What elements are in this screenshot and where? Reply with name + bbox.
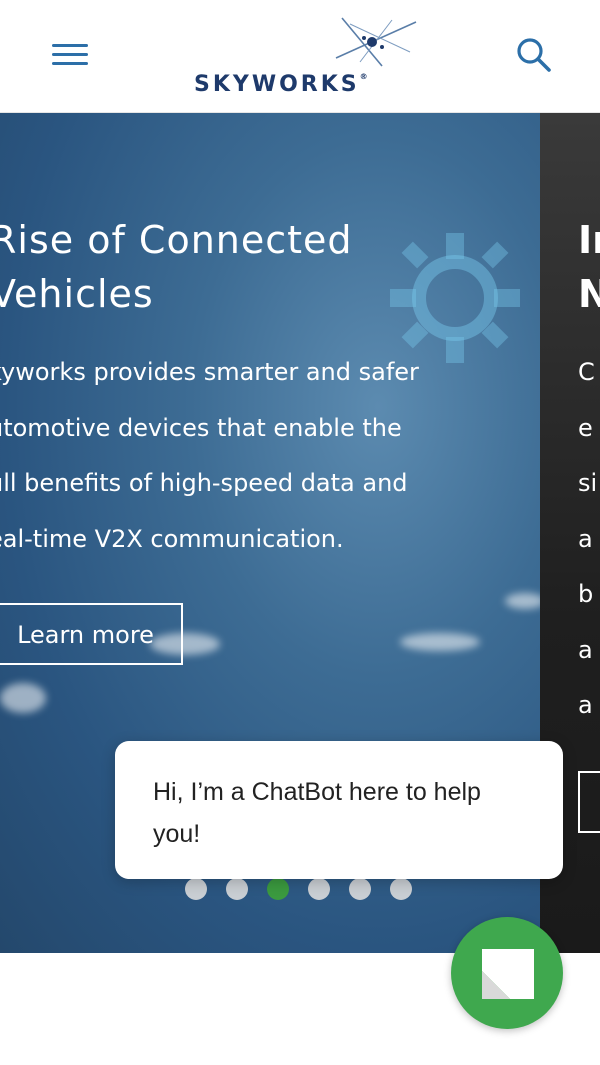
- search-icon[interactable]: [514, 36, 554, 76]
- cloud-shape: [0, 683, 46, 713]
- cloud-shape: [400, 633, 480, 651]
- chatbot-message: Hi, I’m a ChatBot here to help you!: [153, 778, 481, 848]
- carousel-dot-2[interactable]: [226, 878, 248, 900]
- carousel-dot-1[interactable]: [185, 878, 207, 900]
- slide-description: kyworks provides smarter and safer utomo…: [0, 358, 419, 553]
- site-header: SKYWORKS®: [0, 0, 600, 113]
- carousel-dot-3-active[interactable]: [267, 878, 289, 900]
- hamburger-menu-icon[interactable]: [50, 40, 90, 72]
- learn-more-button[interactable]: Learn more: [0, 603, 183, 665]
- cloud-shape: [505, 593, 545, 609]
- next-slide-button[interactable]: [578, 771, 600, 833]
- carousel-dot-6[interactable]: [390, 878, 412, 900]
- carousel-dot-5[interactable]: [349, 878, 371, 900]
- chat-launcher-button[interactable]: [451, 917, 563, 1029]
- logo-wordmark: SKYWORKS®: [194, 72, 368, 97]
- carousel-pagination: [185, 878, 412, 900]
- next-slide-description: C e si a b a a: [578, 358, 598, 719]
- skyworks-logo-mark-icon: [335, 17, 417, 67]
- carousel-dot-4[interactable]: [308, 878, 330, 900]
- next-slide-title: Ir N: [578, 218, 600, 316]
- skyworks-logo[interactable]: SKYWORKS®: [192, 14, 422, 98]
- chat-bubble-icon: [482, 949, 534, 999]
- chatbot-greeting-bubble[interactable]: Hi, I’m a ChatBot here to help you!: [115, 741, 563, 879]
- slide-title: Rise of Connected Vehicles: [0, 218, 353, 316]
